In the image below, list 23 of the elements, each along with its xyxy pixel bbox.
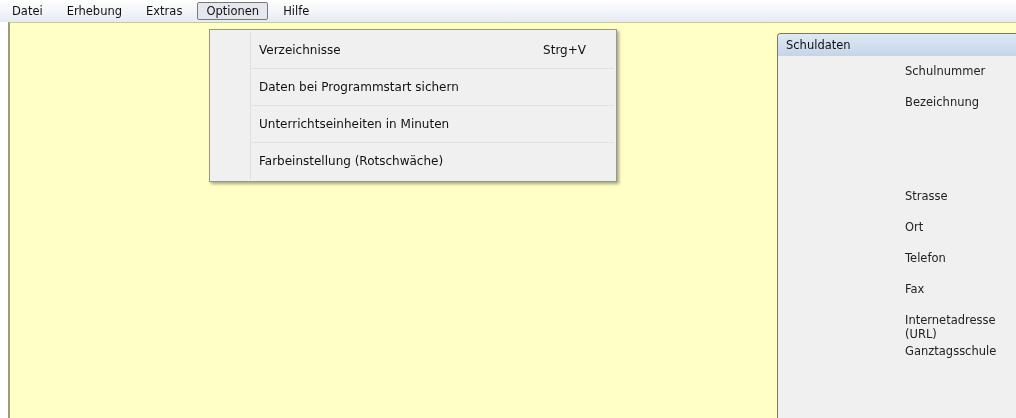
menu-item[interactable]: Hilfe — [274, 2, 319, 20]
dropdown-item[interactable]: Verzeichnisse Strg+V — [250, 32, 614, 68]
dropdown-item[interactable]: Daten bei Programmstart sichern — [250, 68, 614, 105]
field-label: Bezeichnung — [905, 95, 981, 111]
menu-item[interactable]: Datei — [3, 2, 52, 20]
dropdown-item[interactable]: Unterrichtseinheiten in Minuten — [250, 105, 614, 142]
dropdown-item[interactable]: Farbeinstellung (Rotschwäche) — [250, 142, 614, 179]
menu-item[interactable]: Extras — [137, 2, 192, 20]
item-label: Unterrichtseinheiten in Minuten — [259, 117, 450, 131]
item-label: Daten bei Programmstart sichern — [259, 80, 459, 94]
field-label: Ganztagsschule — [905, 344, 998, 360]
panel-title: Schuldaten — [778, 34, 1016, 56]
item-label: Verzeichnisse — [259, 43, 341, 57]
field-label: Ort — [905, 220, 925, 236]
field-label: Telefon — [905, 251, 947, 267]
menu-item[interactable]: Optionen — [197, 2, 269, 20]
field-label: Internetadresse (URL) — [905, 313, 997, 343]
shortcut-text: Strg+V — [543, 43, 586, 57]
menu-item[interactable]: Erhebung — [57, 2, 132, 20]
field-label: Fax — [905, 282, 926, 298]
field-label: Strasse — [905, 189, 949, 205]
item-label: Farbeinstellung (Rotschwäche) — [259, 154, 444, 168]
field-label: Schulnummer — [905, 64, 987, 80]
